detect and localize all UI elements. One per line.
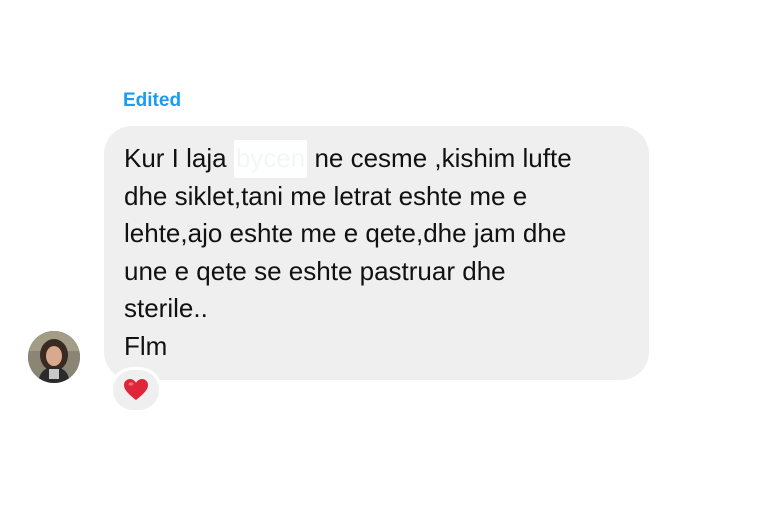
message-text-start: Kur I laja bbox=[124, 143, 234, 173]
message-text-rest: ne cesme ,kishim lufte dhe siklet,tani m… bbox=[124, 143, 572, 361]
message-bubble[interactable]: Kur I laja bycen ne cesme ,kishim lufte … bbox=[104, 126, 649, 380]
message-text: Kur I laja bycen ne cesme ,kishim lufte … bbox=[124, 140, 629, 365]
reaction-badge[interactable] bbox=[110, 367, 162, 413]
edited-label: Edited bbox=[123, 90, 182, 111]
redacted-word: bycen bbox=[233, 140, 308, 178]
sender-avatar[interactable] bbox=[28, 331, 80, 383]
avatar-image bbox=[28, 331, 80, 383]
heart-icon bbox=[124, 379, 148, 400]
